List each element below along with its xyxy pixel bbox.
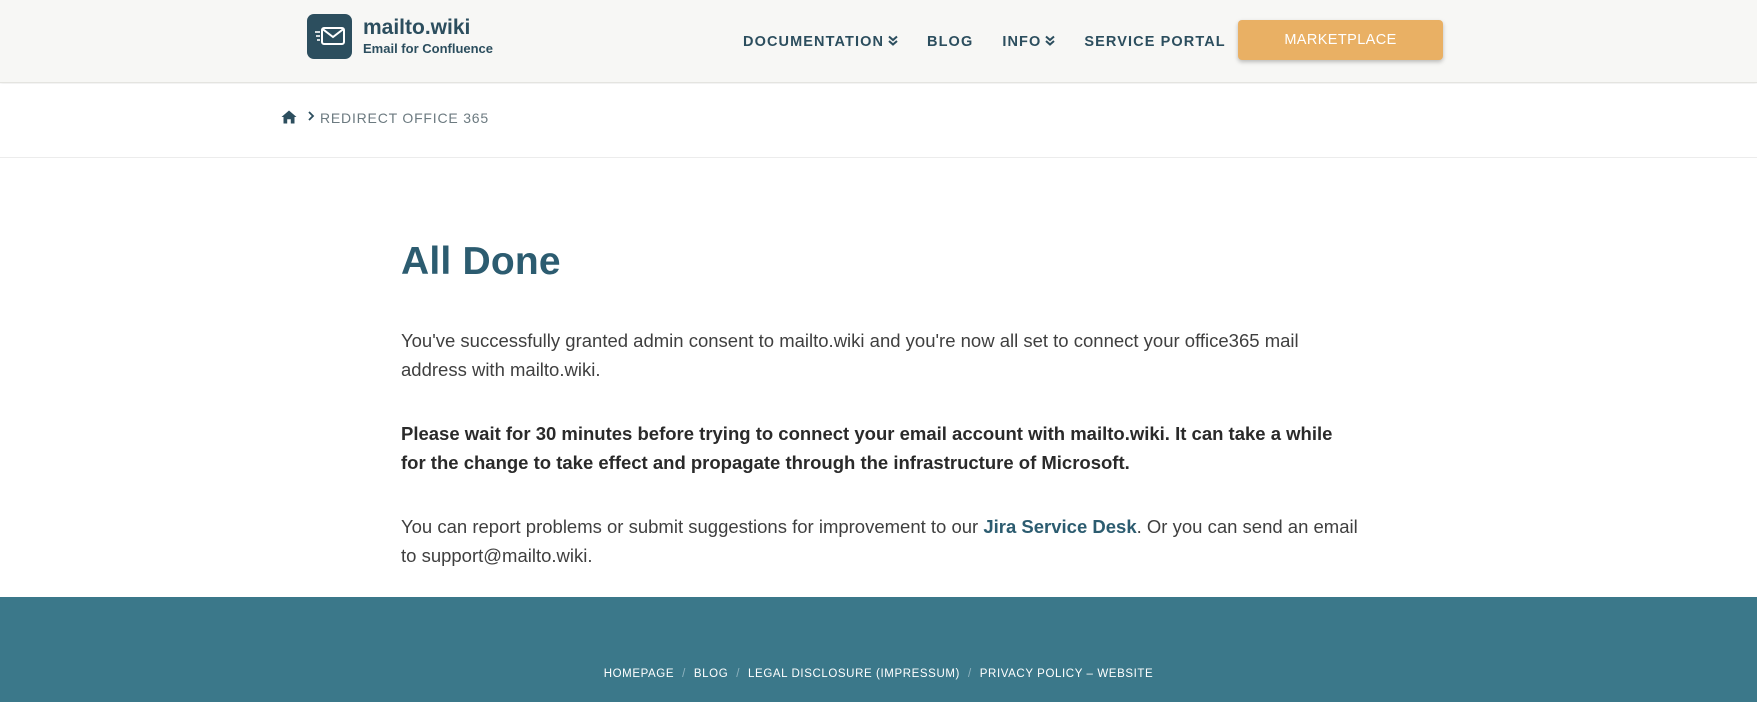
footer-separator: / [967,668,972,680]
support-message: You can report problems or submit sugges… [401,512,1361,570]
nav-info[interactable]: INFO [1002,34,1056,50]
footer-link-legal[interactable]: LEGAL DISCLOSURE (IMPRESSUM) [748,668,960,680]
home-icon[interactable] [281,110,297,129]
footer-separator: / [682,668,686,680]
chevron-right-icon [307,110,315,125]
nav-service-portal-label: SERVICE PORTAL [1084,34,1226,50]
footer-separator: / [736,668,741,680]
nav-documentation-label: DOCUMENTATION [743,34,885,50]
marketplace-button[interactable]: MARKETPLACE [1238,20,1443,60]
breadcrumb-current: REDIRECT OFFICE 365 [320,110,489,126]
wait-notice: Please wait for 30 minutes before trying… [401,423,1333,473]
logo-title: mailto.wiki [363,15,471,39]
envelope-icon [307,14,352,59]
page-title: All Done [401,240,561,283]
footer-link-privacy[interactable]: PRIVACY POLICY – WEBSITE [980,668,1154,680]
chevron-double-down-icon [1045,34,1056,50]
jira-service-desk-link[interactable]: Jira Service Desk [983,516,1136,537]
breadcrumb: REDIRECT OFFICE 365 [0,84,1757,158]
nav-service-portal[interactable]: SERVICE PORTAL [1084,34,1225,50]
footer-link-homepage[interactable]: HOMEPAGE [604,668,674,680]
nav-documentation[interactable]: DOCUMENTATION [743,34,898,50]
top-navbar: mailto.wiki Email for Confluence DOCUMEN… [0,0,1757,83]
footer-link-blog[interactable]: BLOG [694,668,728,680]
site-logo[interactable]: mailto.wiki Email for Confluence [307,14,493,59]
nav-blog-label: BLOG [927,34,974,50]
nav-blog[interactable]: BLOG [927,34,973,50]
logo-subtitle: Email for Confluence [363,40,494,56]
main-content: All Done You've successfully granted adm… [401,236,1361,570]
site-footer [0,597,1757,702]
footer-links: HOMEPAGE / BLOG / LEGAL DISCLOSURE (IMPR… [0,668,1757,680]
nav-info-label: INFO [1002,34,1042,50]
consent-message: You've successfully granted admin consen… [401,330,1299,380]
support-text-before: You can report problems or submit sugges… [401,516,984,537]
main-nav: DOCUMENTATION BLOG INFO SERVICE PORTAL [743,34,1226,50]
chevron-double-down-icon [888,34,898,50]
